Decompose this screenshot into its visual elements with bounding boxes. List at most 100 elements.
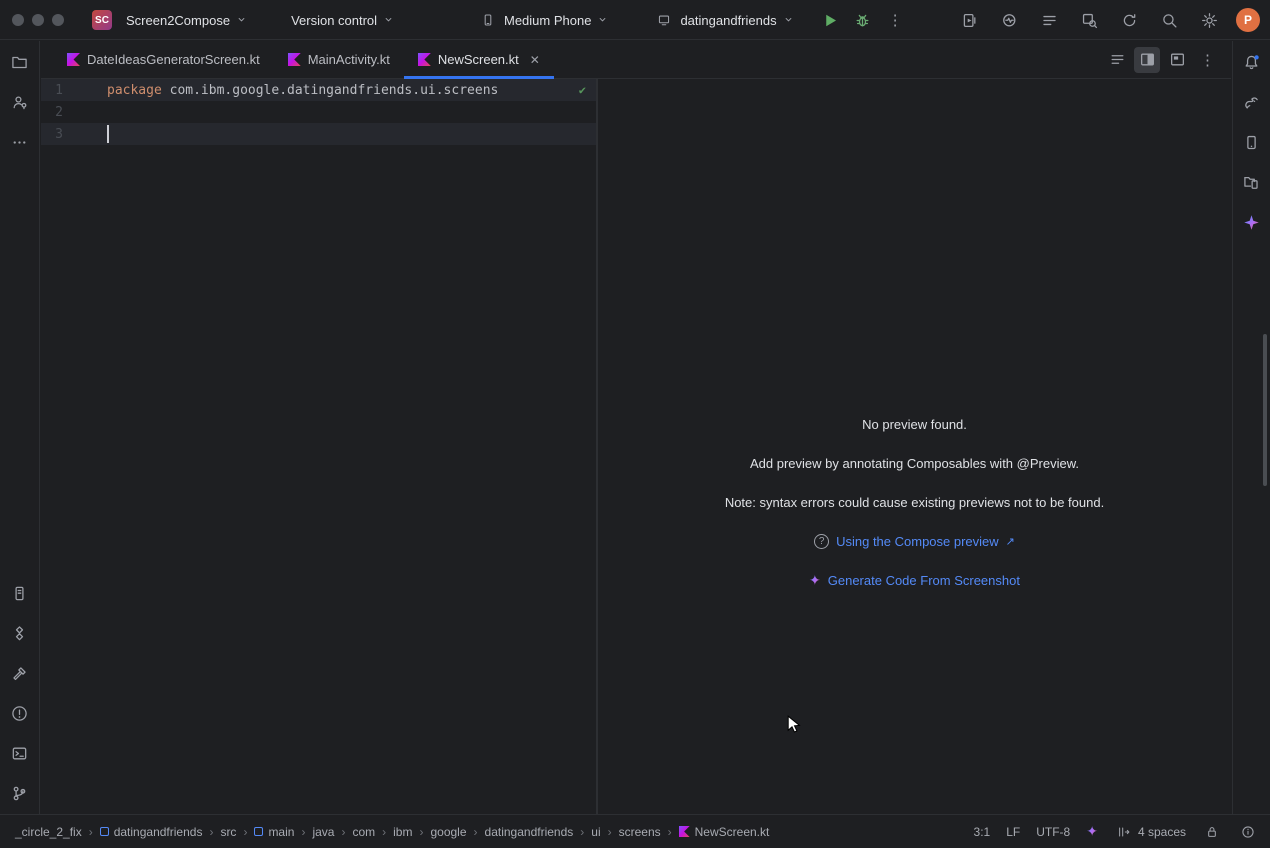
editor-line-1: 1 package com.ibm.google.datingandfriend… <box>41 79 596 101</box>
encoding-widget[interactable]: UTF-8 <box>1036 825 1070 839</box>
build-icon[interactable] <box>7 660 33 686</box>
indent-label: 4 spaces <box>1138 825 1186 839</box>
project-selector[interactable]: Screen2Compose <box>120 9 253 32</box>
compose-preview-help-row: ? Using the Compose preview ↗ <box>598 534 1231 549</box>
kotlin-file-icon <box>67 53 80 66</box>
problems-icon[interactable] <box>7 700 33 726</box>
settings-icon[interactable] <box>1196 7 1222 33</box>
more-actions-button[interactable]: ⋮ <box>882 11 909 29</box>
breadcrumb-label: datingandfriends <box>114 825 203 839</box>
breadcrumb-chevron-icon: › <box>667 825 673 839</box>
logcat-icon[interactable] <box>1036 7 1062 33</box>
statusbar: _circle_2_fix › datingandfriends › src ›… <box>0 814 1270 848</box>
close-window-button[interactable] <box>12 14 24 26</box>
breadcrumb-item[interactable]: com <box>349 823 378 841</box>
breadcrumb-chevron-icon: › <box>418 825 424 839</box>
device-explorer-icon[interactable] <box>7 580 33 606</box>
code-view-icon[interactable] <box>1104 47 1130 73</box>
scrollbar-thumb[interactable] <box>1263 334 1267 486</box>
breadcrumb-item[interactable]: datingandfriends <box>482 823 577 841</box>
gradle-sync-icon[interactable] <box>1116 7 1142 33</box>
breadcrumb-item[interactable]: _circle_2_fix <box>12 823 85 841</box>
line-number: 3 <box>41 127 63 142</box>
breadcrumb-item[interactable]: google <box>427 823 469 841</box>
tab-newscreen[interactable]: NewScreen.kt ✕ <box>404 41 554 78</box>
run-button[interactable] <box>818 7 844 33</box>
split-view-icon[interactable] <box>1134 47 1160 73</box>
app-inspection-icon[interactable] <box>1076 7 1102 33</box>
more-tool-windows-icon[interactable] <box>7 129 33 155</box>
minimize-window-button[interactable] <box>32 14 44 26</box>
version-control-menu[interactable]: Version control <box>285 9 400 32</box>
breadcrumb-item[interactable]: NewScreen.kt <box>676 823 773 841</box>
debug-button[interactable] <box>850 7 876 33</box>
breadcrumb-item[interactable]: ui <box>588 823 603 841</box>
cursor-position-widget[interactable]: 3:1 <box>974 825 991 839</box>
chevron-down-icon <box>597 13 608 28</box>
device-manager-icon[interactable] <box>1239 129 1265 155</box>
version-control-icon[interactable] <box>7 780 33 806</box>
compose-preview-help-link[interactable]: Using the Compose preview <box>836 534 999 549</box>
compose-preview-panel: No preview found. Add preview by annotat… <box>598 79 1231 814</box>
line-separator-widget[interactable]: LF <box>1006 825 1020 839</box>
lock-icon[interactable] <box>1202 822 1222 842</box>
preview-message-box: No preview found. Add preview by annotat… <box>598 417 1231 612</box>
version-control-label: Version control <box>291 13 377 28</box>
breadcrumb-item[interactable]: java <box>309 823 337 841</box>
breadcrumb-item[interactable]: ibm <box>390 823 415 841</box>
search-icon[interactable] <box>1156 7 1182 33</box>
terminal-icon[interactable] <box>7 740 33 766</box>
breadcrumb-item[interactable]: main <box>251 823 297 841</box>
window-controls <box>12 14 64 26</box>
editor-line-2: 2 <box>41 101 596 123</box>
kotlin-file-icon <box>418 53 431 66</box>
gemini-icon[interactable] <box>1239 209 1265 235</box>
run-configuration-selector[interactable]: datingandfriends <box>648 6 799 34</box>
editor-options-icon[interactable]: ⋮ <box>1194 51 1221 69</box>
breadcrumb-item[interactable]: datingandfriends <box>97 823 206 841</box>
project-badge: SC <box>92 10 112 30</box>
generate-code-link[interactable]: Generate Code From Screenshot <box>828 573 1020 588</box>
editor-tabbar: DateIdeasGeneratorScreen.kt MainActivity… <box>41 41 1231 79</box>
info-circle-icon[interactable] <box>1238 822 1258 842</box>
chevron-down-icon <box>236 13 247 28</box>
zoom-window-button[interactable] <box>52 14 64 26</box>
notifications-icon[interactable] <box>1239 49 1265 75</box>
breadcrumb-item[interactable]: screens <box>616 823 664 841</box>
preview-note: Note: syntax errors could cause existing… <box>598 495 1231 510</box>
device-file-explorer-icon[interactable] <box>1239 169 1265 195</box>
gemini-status-icon[interactable]: ✦ <box>1086 823 1098 840</box>
close-tab-icon[interactable]: ✕ <box>530 53 540 67</box>
breadcrumb-label: java <box>312 825 334 839</box>
user-avatar[interactable]: P <box>1236 8 1260 32</box>
breadcrumb-label: main <box>268 825 294 839</box>
profiler-icon[interactable] <box>996 7 1022 33</box>
device-selector[interactable]: Medium Phone <box>472 6 614 34</box>
breadcrumb-item[interactable]: src <box>217 823 239 841</box>
editor-line-3: 3 <box>41 123 596 145</box>
resource-manager-icon[interactable] <box>7 89 33 115</box>
external-link-icon: ↗ <box>1006 535 1015 548</box>
chevron-down-icon <box>383 13 394 28</box>
gradle-icon[interactable] <box>1239 89 1265 115</box>
editor-split-container: 1 package com.ibm.google.datingandfriend… <box>41 79 1231 814</box>
tab-label: NewScreen.kt <box>438 52 519 67</box>
line-number: 1 <box>41 83 63 98</box>
text-caret <box>107 125 109 143</box>
design-view-icon[interactable] <box>1164 47 1190 73</box>
editor-view-mode-toggle: ⋮ <box>1104 41 1231 78</box>
app-quality-insights-icon[interactable] <box>7 620 33 646</box>
running-devices-icon[interactable] <box>956 7 982 33</box>
breadcrumb-chevron-icon: › <box>88 825 94 839</box>
inspection-status-check-icon[interactable]: ✔ <box>579 83 586 97</box>
kotlin-file-icon <box>288 53 301 66</box>
tab-mainactivity[interactable]: MainActivity.kt <box>274 41 404 78</box>
code-editor[interactable]: 1 package com.ibm.google.datingandfriend… <box>41 79 596 814</box>
indent-widget[interactable]: 4 spaces <box>1114 822 1186 842</box>
tab-dateideasgeneratorscreen[interactable]: DateIdeasGeneratorScreen.kt <box>53 41 274 78</box>
help-question-icon: ? <box>814 534 829 549</box>
module-device-icon <box>654 10 674 30</box>
preview-hint: Add preview by annotating Composables wi… <box>598 456 1231 471</box>
tab-label: MainActivity.kt <box>308 52 390 67</box>
project-tool-icon[interactable] <box>7 49 33 75</box>
